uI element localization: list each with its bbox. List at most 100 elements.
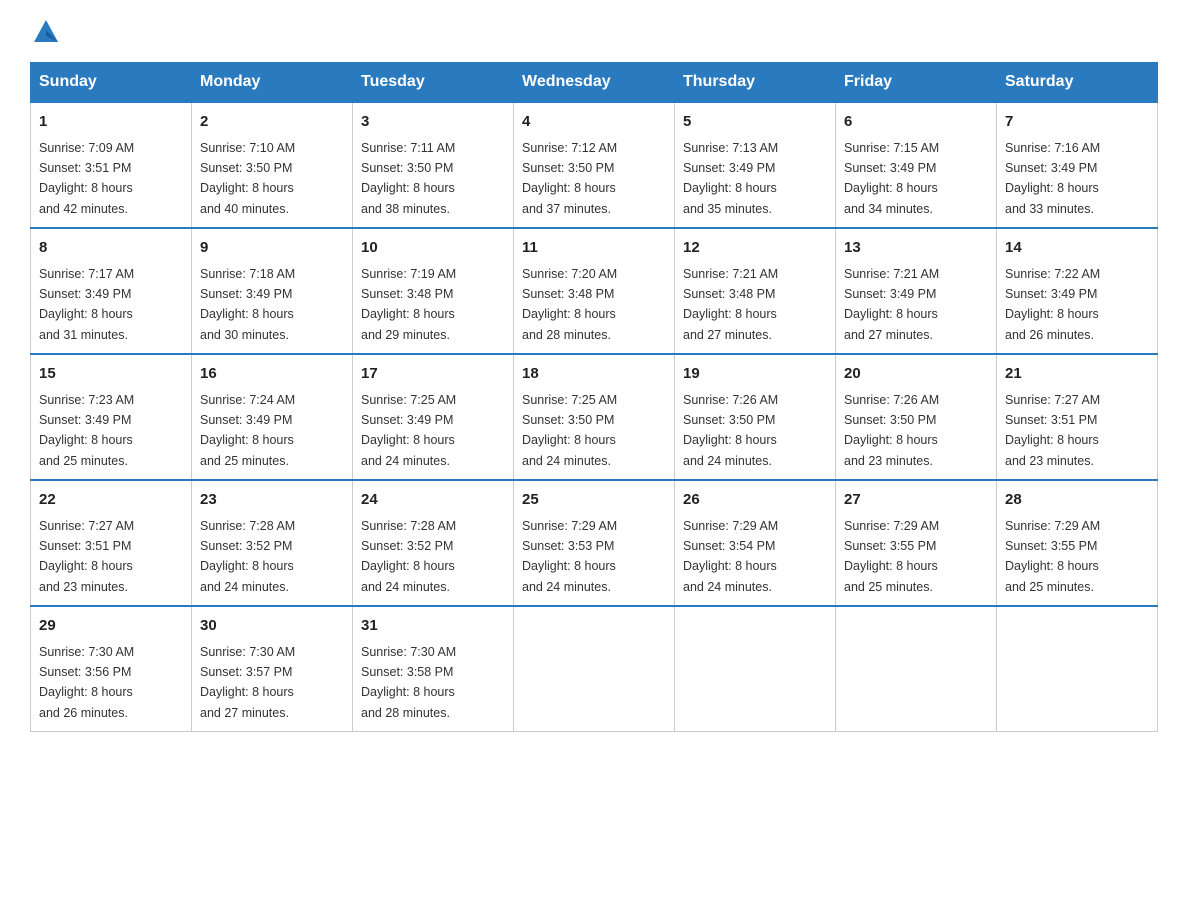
day-number: 11: [522, 237, 666, 260]
calendar-cell: 9 Sunrise: 7:18 AMSunset: 3:49 PMDayligh…: [192, 228, 353, 354]
day-info: Sunrise: 7:19 AMSunset: 3:48 PMDaylight:…: [361, 267, 456, 342]
calendar-cell: 24 Sunrise: 7:28 AMSunset: 3:52 PMDaylig…: [353, 480, 514, 606]
day-info: Sunrise: 7:25 AMSunset: 3:50 PMDaylight:…: [522, 393, 617, 468]
calendar-cell: 25 Sunrise: 7:29 AMSunset: 3:53 PMDaylig…: [514, 480, 675, 606]
calendar-table: SundayMondayTuesdayWednesdayThursdayFrid…: [30, 62, 1158, 732]
calendar-cell: 14 Sunrise: 7:22 AMSunset: 3:49 PMDaylig…: [997, 228, 1158, 354]
column-header-friday: Friday: [836, 63, 997, 103]
day-info: Sunrise: 7:27 AMSunset: 3:51 PMDaylight:…: [1005, 393, 1100, 468]
day-number: 19: [683, 363, 827, 386]
calendar-cell: 6 Sunrise: 7:15 AMSunset: 3:49 PMDayligh…: [836, 102, 997, 228]
day-number: 3: [361, 111, 505, 134]
day-number: 6: [844, 111, 988, 134]
day-number: 2: [200, 111, 344, 134]
column-header-saturday: Saturday: [997, 63, 1158, 103]
day-info: Sunrise: 7:30 AMSunset: 3:57 PMDaylight:…: [200, 645, 295, 720]
logo: [30, 20, 60, 44]
day-number: 12: [683, 237, 827, 260]
day-number: 8: [39, 237, 183, 260]
page-header: [30, 20, 1158, 44]
calendar-week-row: 29 Sunrise: 7:30 AMSunset: 3:56 PMDaylig…: [31, 606, 1158, 732]
day-info: Sunrise: 7:15 AMSunset: 3:49 PMDaylight:…: [844, 141, 939, 216]
day-info: Sunrise: 7:26 AMSunset: 3:50 PMDaylight:…: [683, 393, 778, 468]
calendar-cell: 21 Sunrise: 7:27 AMSunset: 3:51 PMDaylig…: [997, 354, 1158, 480]
day-info: Sunrise: 7:12 AMSunset: 3:50 PMDaylight:…: [522, 141, 617, 216]
day-info: Sunrise: 7:17 AMSunset: 3:49 PMDaylight:…: [39, 267, 134, 342]
day-info: Sunrise: 7:21 AMSunset: 3:48 PMDaylight:…: [683, 267, 778, 342]
calendar-cell: 26 Sunrise: 7:29 AMSunset: 3:54 PMDaylig…: [675, 480, 836, 606]
column-header-monday: Monday: [192, 63, 353, 103]
calendar-cell: 28 Sunrise: 7:29 AMSunset: 3:55 PMDaylig…: [997, 480, 1158, 606]
day-info: Sunrise: 7:11 AMSunset: 3:50 PMDaylight:…: [361, 141, 455, 216]
calendar-week-row: 8 Sunrise: 7:17 AMSunset: 3:49 PMDayligh…: [31, 228, 1158, 354]
calendar-cell: 4 Sunrise: 7:12 AMSunset: 3:50 PMDayligh…: [514, 102, 675, 228]
calendar-cell: 30 Sunrise: 7:30 AMSunset: 3:57 PMDaylig…: [192, 606, 353, 732]
calendar-cell: 10 Sunrise: 7:19 AMSunset: 3:48 PMDaylig…: [353, 228, 514, 354]
column-header-sunday: Sunday: [31, 63, 192, 103]
day-number: 1: [39, 111, 183, 134]
day-number: 17: [361, 363, 505, 386]
day-info: Sunrise: 7:29 AMSunset: 3:53 PMDaylight:…: [522, 519, 617, 594]
calendar-cell: 7 Sunrise: 7:16 AMSunset: 3:49 PMDayligh…: [997, 102, 1158, 228]
calendar-cell: 19 Sunrise: 7:26 AMSunset: 3:50 PMDaylig…: [675, 354, 836, 480]
day-number: 9: [200, 237, 344, 260]
calendar-cell: 12 Sunrise: 7:21 AMSunset: 3:48 PMDaylig…: [675, 228, 836, 354]
calendar-cell: 27 Sunrise: 7:29 AMSunset: 3:55 PMDaylig…: [836, 480, 997, 606]
day-number: 10: [361, 237, 505, 260]
day-info: Sunrise: 7:30 AMSunset: 3:58 PMDaylight:…: [361, 645, 456, 720]
day-info: Sunrise: 7:25 AMSunset: 3:49 PMDaylight:…: [361, 393, 456, 468]
day-info: Sunrise: 7:21 AMSunset: 3:49 PMDaylight:…: [844, 267, 939, 342]
calendar-cell: 2 Sunrise: 7:10 AMSunset: 3:50 PMDayligh…: [192, 102, 353, 228]
calendar-cell: 20 Sunrise: 7:26 AMSunset: 3:50 PMDaylig…: [836, 354, 997, 480]
day-info: Sunrise: 7:29 AMSunset: 3:55 PMDaylight:…: [1005, 519, 1100, 594]
day-info: Sunrise: 7:20 AMSunset: 3:48 PMDaylight:…: [522, 267, 617, 342]
day-number: 16: [200, 363, 344, 386]
day-info: Sunrise: 7:29 AMSunset: 3:55 PMDaylight:…: [844, 519, 939, 594]
day-number: 18: [522, 363, 666, 386]
calendar-cell: 31 Sunrise: 7:30 AMSunset: 3:58 PMDaylig…: [353, 606, 514, 732]
day-number: 27: [844, 489, 988, 512]
day-number: 4: [522, 111, 666, 134]
day-info: Sunrise: 7:18 AMSunset: 3:49 PMDaylight:…: [200, 267, 295, 342]
day-number: 30: [200, 615, 344, 638]
column-header-wednesday: Wednesday: [514, 63, 675, 103]
day-number: 25: [522, 489, 666, 512]
calendar-cell: 3 Sunrise: 7:11 AMSunset: 3:50 PMDayligh…: [353, 102, 514, 228]
calendar-cell: 5 Sunrise: 7:13 AMSunset: 3:49 PMDayligh…: [675, 102, 836, 228]
calendar-cell: [836, 606, 997, 732]
day-number: 22: [39, 489, 183, 512]
day-number: 7: [1005, 111, 1149, 134]
day-number: 24: [361, 489, 505, 512]
day-number: 29: [39, 615, 183, 638]
calendar-header-row: SundayMondayTuesdayWednesdayThursdayFrid…: [31, 63, 1158, 103]
logo-icon: [32, 16, 60, 44]
day-info: Sunrise: 7:28 AMSunset: 3:52 PMDaylight:…: [200, 519, 295, 594]
day-info: Sunrise: 7:29 AMSunset: 3:54 PMDaylight:…: [683, 519, 778, 594]
day-info: Sunrise: 7:24 AMSunset: 3:49 PMDaylight:…: [200, 393, 295, 468]
calendar-week-row: 22 Sunrise: 7:27 AMSunset: 3:51 PMDaylig…: [31, 480, 1158, 606]
calendar-cell: 16 Sunrise: 7:24 AMSunset: 3:49 PMDaylig…: [192, 354, 353, 480]
day-info: Sunrise: 7:10 AMSunset: 3:50 PMDaylight:…: [200, 141, 295, 216]
column-header-thursday: Thursday: [675, 63, 836, 103]
day-info: Sunrise: 7:27 AMSunset: 3:51 PMDaylight:…: [39, 519, 134, 594]
calendar-cell: 23 Sunrise: 7:28 AMSunset: 3:52 PMDaylig…: [192, 480, 353, 606]
day-number: 26: [683, 489, 827, 512]
day-info: Sunrise: 7:16 AMSunset: 3:49 PMDaylight:…: [1005, 141, 1100, 216]
calendar-week-row: 1 Sunrise: 7:09 AMSunset: 3:51 PMDayligh…: [31, 102, 1158, 228]
day-info: Sunrise: 7:09 AMSunset: 3:51 PMDaylight:…: [39, 141, 134, 216]
day-number: 28: [1005, 489, 1149, 512]
calendar-cell: [675, 606, 836, 732]
calendar-cell: [514, 606, 675, 732]
calendar-cell: 13 Sunrise: 7:21 AMSunset: 3:49 PMDaylig…: [836, 228, 997, 354]
calendar-cell: 8 Sunrise: 7:17 AMSunset: 3:49 PMDayligh…: [31, 228, 192, 354]
day-info: Sunrise: 7:13 AMSunset: 3:49 PMDaylight:…: [683, 141, 778, 216]
calendar-cell: 18 Sunrise: 7:25 AMSunset: 3:50 PMDaylig…: [514, 354, 675, 480]
calendar-cell: 1 Sunrise: 7:09 AMSunset: 3:51 PMDayligh…: [31, 102, 192, 228]
day-info: Sunrise: 7:28 AMSunset: 3:52 PMDaylight:…: [361, 519, 456, 594]
day-number: 5: [683, 111, 827, 134]
day-number: 14: [1005, 237, 1149, 260]
day-number: 20: [844, 363, 988, 386]
day-number: 23: [200, 489, 344, 512]
calendar-cell: 15 Sunrise: 7:23 AMSunset: 3:49 PMDaylig…: [31, 354, 192, 480]
day-number: 31: [361, 615, 505, 638]
